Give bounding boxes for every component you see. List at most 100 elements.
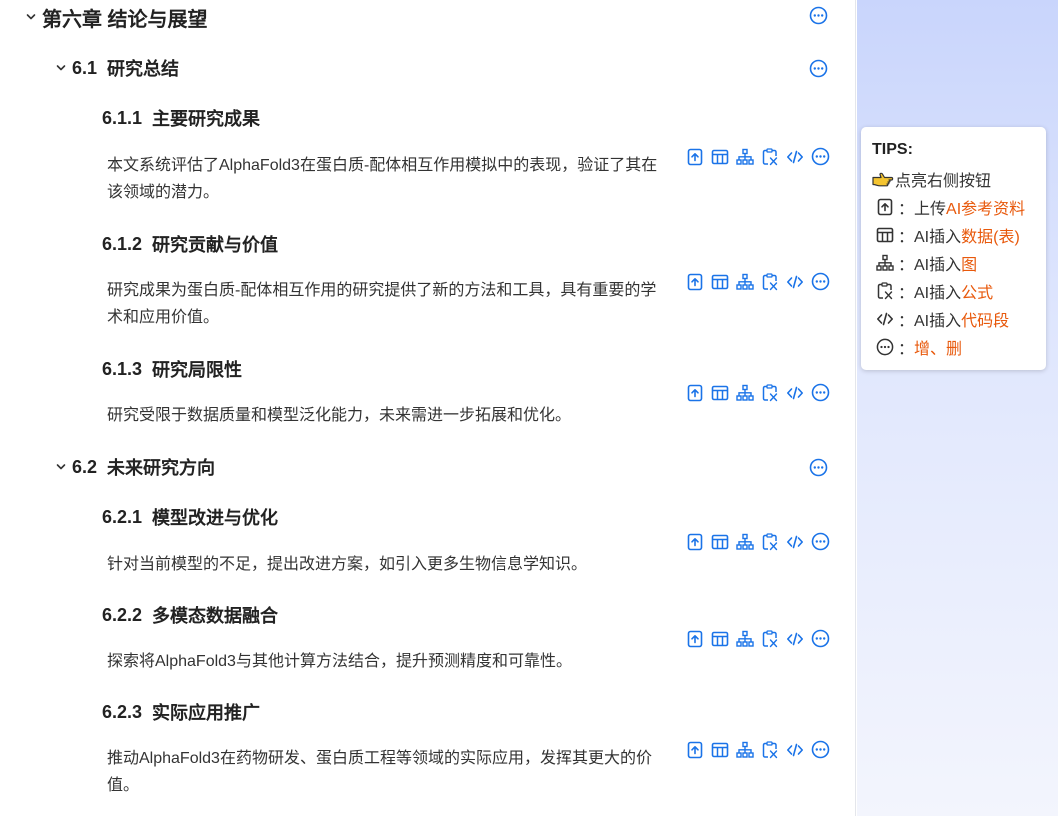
more-icon[interactable] xyxy=(811,147,830,166)
subsection-number: 6.1.2 xyxy=(102,233,143,254)
upload-icon[interactable] xyxy=(686,273,704,291)
tips-item-highlight: 代码段 xyxy=(961,313,1010,330)
code-icon[interactable] xyxy=(786,384,804,402)
upload-icon[interactable] xyxy=(686,533,704,551)
tips-item-prefix: ：上传 xyxy=(898,201,947,218)
paragraph-6-1-3[interactable]: 研究受限于数据质量和模型泛化能力，未来需进一步拓展和优化。 xyxy=(107,402,667,429)
diagram-icon[interactable] xyxy=(736,630,754,648)
subsection-title: 研究贡献与价值 xyxy=(152,235,279,255)
outline-panel: 第六章 结论与展望 6.1 研究总结 6.1.1 主要研究成果 本文系统评估了A… xyxy=(0,0,856,816)
section-heading-6-2[interactable]: 6.2 未来研究方向 xyxy=(54,456,215,478)
toolbar-6-1-3 xyxy=(686,383,830,402)
formula-icon[interactable] xyxy=(761,741,779,759)
more-icon[interactable] xyxy=(809,458,828,477)
subsection-number: 6.2.2 xyxy=(102,604,143,625)
table-icon xyxy=(876,226,894,244)
more-icon[interactable] xyxy=(811,532,830,551)
chapter-heading[interactable]: 第六章 结论与展望 xyxy=(24,5,208,31)
diagram-icon xyxy=(876,254,894,272)
formula-icon[interactable] xyxy=(761,533,779,551)
code-icon[interactable] xyxy=(786,630,804,648)
tips-item-highlight: 图 xyxy=(961,257,978,274)
subsection-title: 主要研究成果 xyxy=(152,109,261,129)
code-icon[interactable] xyxy=(786,533,804,551)
section-title: 研究总结 xyxy=(107,59,180,79)
upload-icon[interactable] xyxy=(686,384,704,402)
subsection-heading-6-2-3[interactable]: 6.2.3 实际应用推广 xyxy=(102,701,261,724)
subsection-heading-6-2-2[interactable]: 6.2.2 多模态数据融合 xyxy=(102,604,279,627)
tips-item-more: ：增、删 xyxy=(872,333,1046,361)
table-icon[interactable] xyxy=(711,741,729,759)
tips-intro-text: 点亮右侧按钮 xyxy=(895,173,992,190)
paragraph-6-1-1[interactable]: 本文系统评估了AlphaFold3在蛋白质-配体相互作用模拟中的表现，验证了其在… xyxy=(107,152,667,206)
section-number: 6.2 xyxy=(72,456,98,477)
tips-item-highlight: 增、删 xyxy=(914,341,963,358)
subsection-number: 6.2.3 xyxy=(102,701,143,722)
formula-icon xyxy=(876,282,894,300)
more-icon[interactable] xyxy=(811,629,830,648)
table-icon[interactable] xyxy=(711,533,729,551)
upload-icon[interactable] xyxy=(686,148,704,166)
diagram-icon[interactable] xyxy=(736,273,754,291)
tips-item-diagram: ：AI插入图 xyxy=(872,249,1046,277)
code-icon[interactable] xyxy=(786,148,804,166)
paragraph-6-2-1[interactable]: 针对当前模型的不足，提出改进方案，如引入更多生物信息学知识。 xyxy=(107,551,667,578)
table-icon[interactable] xyxy=(711,384,729,402)
formula-icon[interactable] xyxy=(761,630,779,648)
toolbar-6-2-1 xyxy=(686,532,830,551)
tips-item-prefix: ：AI插入 xyxy=(898,229,962,246)
tips-item-highlight: AI参考资料 xyxy=(946,201,1026,218)
section-heading-6-1[interactable]: 6.1 研究总结 xyxy=(54,57,179,79)
upload-icon xyxy=(876,198,894,216)
table-icon[interactable] xyxy=(711,273,729,291)
toolbar-6-1-1 xyxy=(686,147,830,166)
paragraph-6-2-3[interactable]: 推动AlphaFold3在药物研发、蛋白质工程等领域的实际应用，发挥其更大的价值… xyxy=(107,745,667,799)
section-title: 未来研究方向 xyxy=(107,458,216,478)
more-icon[interactable] xyxy=(809,6,828,25)
formula-icon[interactable] xyxy=(761,148,779,166)
code-icon[interactable] xyxy=(786,741,804,759)
more-icon xyxy=(876,338,894,356)
more-icon[interactable] xyxy=(809,59,828,78)
code-icon[interactable] xyxy=(786,273,804,291)
diagram-icon[interactable] xyxy=(736,741,754,759)
chevron-down-icon[interactable] xyxy=(24,10,38,24)
tips-card: TIPS: 点亮右侧按钮 ：上传 AI参考资料 ：AI插入 数据(表) ：AI插入图… xyxy=(861,127,1046,370)
more-icon[interactable] xyxy=(811,383,830,402)
subsection-number: 6.2.1 xyxy=(102,506,143,527)
subsection-title: 实际应用推广 xyxy=(152,703,261,723)
upload-icon[interactable] xyxy=(686,741,704,759)
tips-item-prefix: ：AI插入 xyxy=(898,313,962,330)
subsection-heading-6-1-3[interactable]: 6.1.3 研究局限性 xyxy=(102,358,242,381)
diagram-icon[interactable] xyxy=(736,384,754,402)
tips-item-prefix: ：AI插入 xyxy=(898,257,962,274)
paragraph-6-2-2[interactable]: 探索将AlphaFold3与其他计算方法结合，提升预测精度和可靠性。 xyxy=(107,648,667,675)
tips-title: TIPS: xyxy=(872,141,913,158)
table-icon[interactable] xyxy=(711,630,729,648)
toolbar-6-2-2 xyxy=(686,629,830,648)
formula-icon[interactable] xyxy=(761,273,779,291)
diagram-icon[interactable] xyxy=(736,533,754,551)
diagram-icon[interactable] xyxy=(736,148,754,166)
subsection-heading-6-1-1[interactable]: 6.1.1 主要研究成果 xyxy=(102,107,261,130)
tips-item-code: ：AI插入 代码段 xyxy=(872,305,1046,333)
table-icon[interactable] xyxy=(711,148,729,166)
subsection-heading-6-1-2[interactable]: 6.1.2 研究贡献与价值 xyxy=(102,233,279,256)
subsection-number: 6.1.3 xyxy=(102,358,143,379)
formula-icon[interactable] xyxy=(761,384,779,402)
tips-item-upload: ：上传 AI参考资料 xyxy=(872,193,1046,221)
subsection-title: 模型改进与优化 xyxy=(152,508,279,528)
subsection-title: 多模态数据融合 xyxy=(152,606,279,626)
pointing-hand-icon xyxy=(872,171,894,187)
chevron-down-icon[interactable] xyxy=(54,460,68,474)
upload-icon[interactable] xyxy=(686,630,704,648)
right-side-panel xyxy=(857,0,1058,816)
tips-item-formula: ：AI插入 公式 xyxy=(872,277,1046,305)
subsection-heading-6-2-1[interactable]: 6.2.1 模型改进与优化 xyxy=(102,506,279,529)
tips-item-table: ：AI插入 数据(表) xyxy=(872,221,1046,249)
chevron-down-icon[interactable] xyxy=(54,61,68,75)
more-icon[interactable] xyxy=(811,272,830,291)
tips-item-prefix: ： xyxy=(898,341,915,358)
more-icon[interactable] xyxy=(811,740,830,759)
paragraph-6-1-2[interactable]: 研究成果为蛋白质-配体相互作用的研究提供了新的方法和工具，具有重要的学术和应用价… xyxy=(107,277,667,331)
